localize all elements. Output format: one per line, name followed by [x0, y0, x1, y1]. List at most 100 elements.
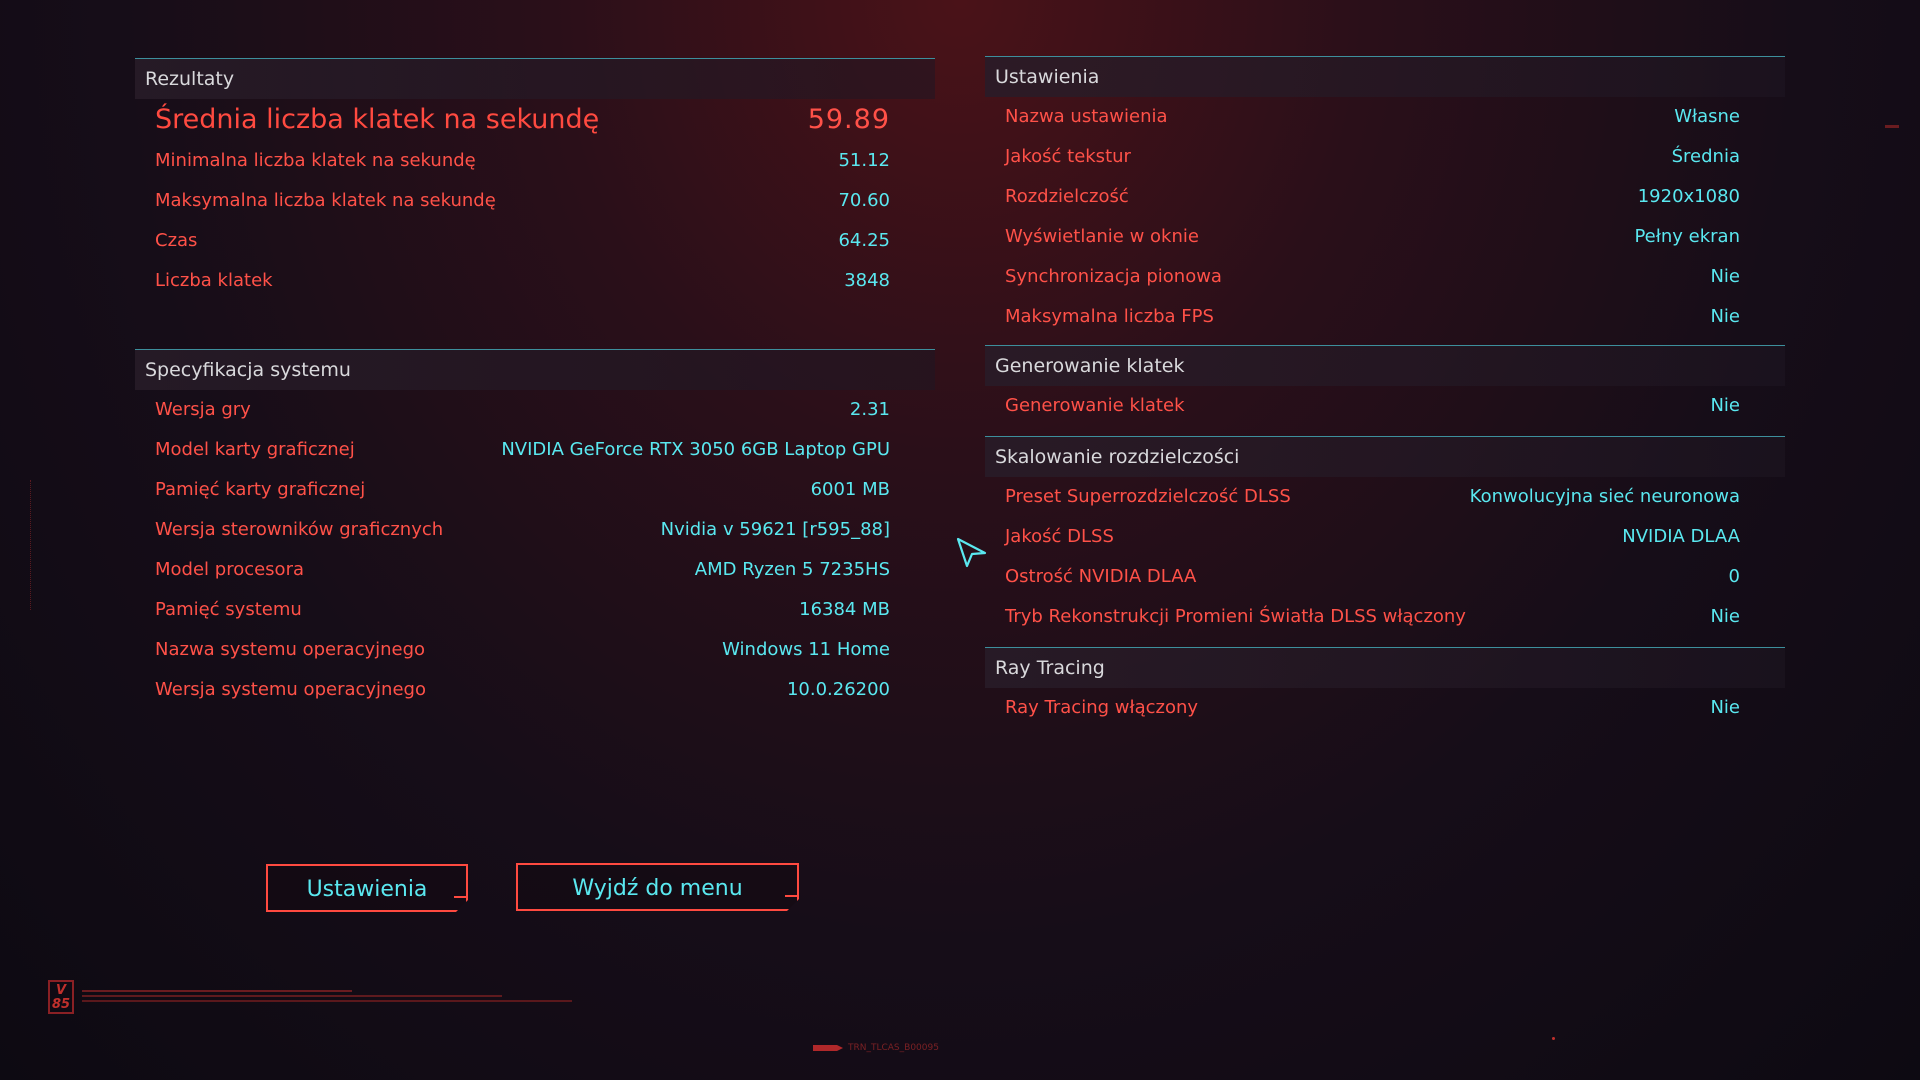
scaling-row: Tryb Rekonstrukcji Promieni Światła DLSS… [985, 597, 1785, 637]
frame-gen-label: Generowanie klatek [1005, 395, 1185, 416]
scaling-row: Preset Superrozdzielczość DLSS Konwolucy… [985, 477, 1785, 517]
settings-header: Ustawienia [985, 57, 1785, 97]
system-value: 16384 MB [799, 599, 890, 620]
ray-tracing-header: Ray Tracing [985, 648, 1785, 688]
exit-to-main-menu-button[interactable]: Wyjdź do menu głównego [516, 863, 799, 911]
settings-button[interactable]: Ustawienia [266, 864, 468, 912]
results-header: Rezultaty [135, 59, 935, 99]
frame-gen-row: Generowanie klatek Nie [985, 386, 1785, 426]
settings-row: Synchronizacja pionowa Nie [985, 257, 1785, 297]
settings-row: Maksymalna liczba FPS Nie [985, 297, 1785, 337]
scaling-value: Nie [1710, 606, 1740, 627]
system-value: Nvidia v 59621 [r595_88] [660, 519, 890, 540]
cursor-icon [956, 537, 987, 568]
corner-mark [1885, 125, 1899, 128]
settings-row: Jakość tekstur Średnia [985, 137, 1785, 177]
results-section: Rezultaty Średnia liczba klatek na sekun… [135, 58, 935, 301]
results-row: Maksymalna liczba klatek na sekundę 70.6… [135, 181, 935, 221]
settings-label: Wyświetlanie w oknie [1005, 226, 1199, 247]
system-value: 2.31 [849, 399, 890, 420]
frame-gen-section: Generowanie klatek Generowanie klatek Ni… [985, 345, 1785, 426]
ray-tracing-value: Nie [1710, 697, 1740, 718]
system-value: 6001 MB [810, 479, 890, 500]
system-section: Specyfikacja systemu Wersja gry 2.31 Mod… [135, 349, 935, 710]
system-label: Wersja systemu operacyjnego [155, 679, 426, 700]
system-value: NVIDIA GeForce RTX 3050 6GB Laptop GPU [501, 439, 890, 460]
ray-tracing-section: Ray Tracing Ray Tracing włączony Nie [985, 647, 1785, 728]
settings-row: Wyświetlanie w oknie Pełny ekran [985, 217, 1785, 257]
system-row: Nazwa systemu operacyjnego Windows 11 Ho… [135, 630, 935, 670]
settings-label: Nazwa ustawienia [1005, 106, 1168, 127]
scaling-label: Ostrość NVIDIA DLAA [1005, 566, 1197, 587]
scaling-row: Ostrość NVIDIA DLAA 0 [985, 557, 1785, 597]
settings-value: 1920x1080 [1637, 186, 1740, 207]
system-row: Wersja systemu operacyjnego 10.0.26200 [135, 670, 935, 710]
system-label: Nazwa systemu operacyjnego [155, 639, 426, 660]
results-panel: Rezultaty Średnia liczba klatek na sekun… [135, 58, 935, 301]
settings-label: Maksymalna liczba FPS [1005, 306, 1214, 327]
scaling-label: Tryb Rekonstrukcji Promieni Światła DLSS… [1005, 606, 1466, 627]
system-label: Wersja gry [155, 399, 251, 420]
result-label: Maksymalna liczba klatek na sekundę [155, 190, 496, 211]
system-label: Model procesora [155, 559, 305, 580]
results-row: Minimalna liczba klatek na sekundę 51.12 [135, 141, 935, 181]
result-value: 3848 [844, 270, 890, 291]
system-row: Pamięć karty graficznej 6001 MB [135, 470, 935, 510]
version-logo-text: V 85 [51, 983, 71, 1012]
system-row: Model procesora AMD Ryzen 5 7235HS [135, 550, 935, 590]
scaling-row: Jakość DLSS NVIDIA DLAA [985, 517, 1785, 557]
red-dot [1552, 1037, 1555, 1040]
ray-tracing-label: Ray Tracing włączony [1005, 697, 1199, 718]
system-header: Specyfikacja systemu [135, 350, 935, 390]
system-row: Pamięć systemu 16384 MB [135, 590, 935, 630]
ray-tracing-row: Ray Tracing włączony Nie [985, 688, 1785, 728]
settings-row: Rozdzielczość 1920x1080 [985, 177, 1785, 217]
settings-value: Pełny ekran [1634, 226, 1740, 247]
frame-gen-header: Generowanie klatek [985, 346, 1785, 386]
build-tag: TRN_TLCAS_B00095 [848, 1043, 939, 1053]
settings-label: Jakość tekstur [1005, 146, 1131, 167]
system-value: Windows 11 Home [722, 639, 890, 660]
result-label: Czas [155, 230, 198, 251]
system-label: Pamięć karty graficznej [155, 479, 366, 500]
settings-value: Nie [1710, 306, 1740, 327]
system-value: AMD Ryzen 5 7235HS [694, 559, 890, 580]
scaling-section: Skalowanie rozdzielczości Preset Superro… [985, 436, 1785, 637]
settings-value: Własne [1674, 106, 1740, 127]
scaling-header: Skalowanie rozdzielczości [985, 437, 1785, 477]
result-label: Liczba klatek [155, 270, 273, 291]
side-decoration [30, 480, 37, 610]
settings-row: Nazwa ustawienia Własne [985, 97, 1785, 137]
settings-label: Synchronizacja pionowa [1005, 266, 1222, 287]
scaling-value: 0 [1728, 566, 1740, 587]
results-row: Liczba klatek 3848 [135, 261, 935, 301]
system-row: Model karty graficznej NVIDIA GeForce RT… [135, 430, 935, 470]
avg-fps-label: Średnia liczba klatek na sekundę [155, 104, 600, 135]
system-label: Wersja sterowników graficznych [155, 519, 444, 540]
scaling-label: Jakość DLSS [1005, 526, 1114, 547]
avg-fps-value: 59.89 [807, 104, 890, 135]
frame-gen-value: Nie [1710, 395, 1740, 416]
settings-panel: Ustawienia Nazwa ustawienia Własne Jakoś… [985, 56, 1785, 728]
scaling-value: NVIDIA DLAA [1622, 526, 1740, 547]
result-value: 64.25 [838, 230, 890, 251]
avg-fps-row: Średnia liczba klatek na sekundę 59.89 [135, 99, 935, 141]
result-value: 51.12 [838, 150, 890, 171]
scaling-label: Preset Superrozdzielczość DLSS [1005, 486, 1291, 507]
system-panel: Specyfikacja systemu Wersja gry 2.31 Mod… [135, 349, 935, 710]
system-label: Pamięć systemu [155, 599, 302, 620]
version-logo: V 85 [48, 980, 74, 1014]
results-row: Czas 64.25 [135, 221, 935, 261]
system-label: Model karty graficznej [155, 439, 355, 460]
system-row: Wersja gry 2.31 [135, 390, 935, 430]
settings-label: Rozdzielczość [1005, 186, 1129, 207]
system-row: Wersja sterowników graficznych Nvidia v … [135, 510, 935, 550]
system-value: 10.0.26200 [786, 679, 890, 700]
settings-section: Ustawienia Nazwa ustawienia Własne Jakoś… [985, 56, 1785, 337]
fine-print-decoration [82, 988, 572, 1008]
arrow-marker-icon [813, 1045, 843, 1051]
settings-value: Średnia [1671, 146, 1740, 167]
settings-value: Nie [1710, 266, 1740, 287]
result-value: 70.60 [838, 190, 890, 211]
result-label: Minimalna liczba klatek na sekundę [155, 150, 476, 171]
